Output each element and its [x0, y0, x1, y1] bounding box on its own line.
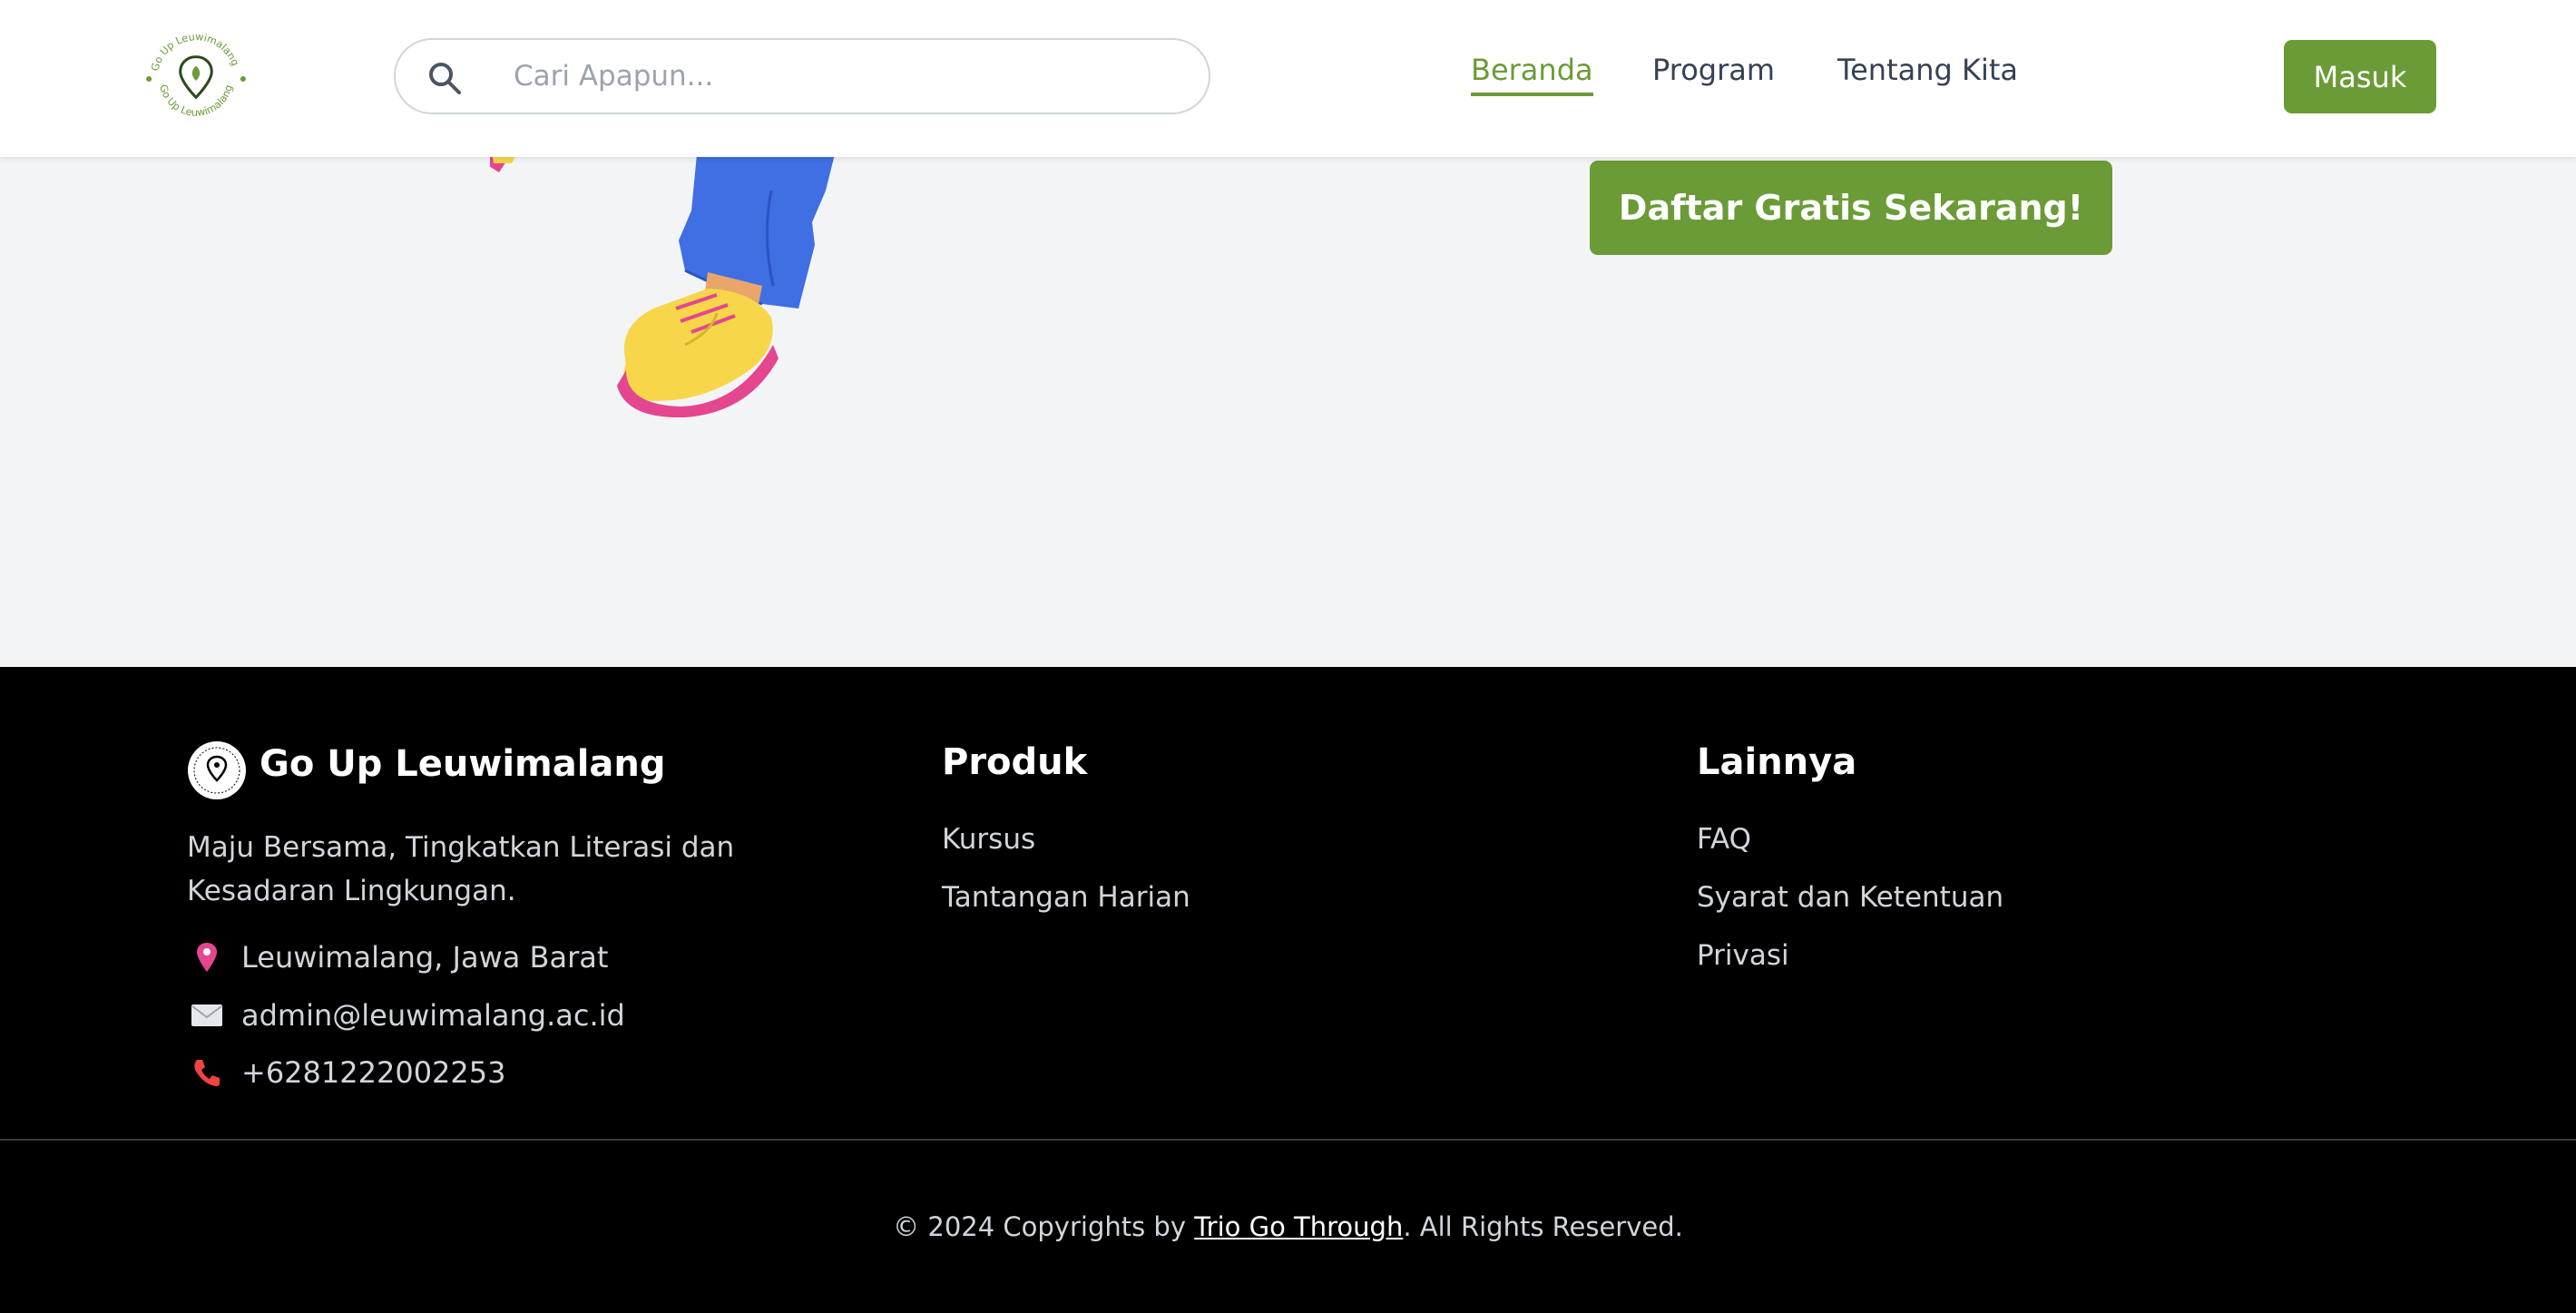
footer-link-faq[interactable]: FAQ	[1697, 823, 1751, 856]
footer-tagline: Maju Bersama, Tingkatkan Literasi dan Ke…	[187, 831, 735, 907]
contact-email: admin@leuwimalang.ac.id	[187, 995, 625, 1035]
footer-link-kursus[interactable]: Kursus	[942, 823, 1035, 856]
register-cta-button[interactable]: Daftar Gratis Sekarang!	[1590, 161, 2112, 255]
logo[interactable]: Go Up Leuwimalang Go Up Leuwimalang	[141, 24, 251, 134]
footer-brand-name: Go Up Leuwimalang	[260, 743, 666, 785]
envelope-icon	[187, 995, 227, 1035]
map-pin-icon	[187, 937, 227, 977]
footer-divider	[0, 1139, 2576, 1141]
svg-text:Go Up Leuwimalang: Go Up Leuwimalang	[157, 83, 235, 119]
contact-location: Leuwimalang, Jawa Barat	[187, 937, 608, 977]
copyright-author-link[interactable]: Trio Go Through	[1194, 1211, 1403, 1242]
login-button[interactable]: Masuk	[2284, 40, 2436, 113]
copyright-text: © 2024 Copyrights by Trio Go Through. Al…	[893, 1211, 1683, 1242]
site-header: Go Up Leuwimalang Go Up Leuwimalang Bera…	[0, 0, 2576, 157]
contact-phone: +6281222002253	[187, 1053, 505, 1093]
footer-link-privasi[interactable]: Privasi	[1697, 939, 1789, 972]
nav-program[interactable]: Program	[1652, 53, 1775, 87]
footer-link-tantangan-harian[interactable]: Tantangan Harian	[942, 881, 1190, 914]
footer-heading-lainnya: Lainnya	[1697, 741, 1857, 783]
footer-logo	[188, 741, 246, 799]
footer-heading-produk: Produk	[942, 741, 1088, 783]
site-footer: Go Up Leuwimalang Maju Bersama, Tingkatk…	[0, 667, 2576, 1313]
svg-text:Go Up Leuwimalang: Go Up Leuwimalang	[149, 31, 241, 73]
nav-tentang-kita[interactable]: Tentang Kita	[1837, 53, 2018, 87]
hero-illustration	[490, 145, 835, 417]
search-bar	[394, 38, 1210, 114]
search-icon[interactable]	[426, 60, 463, 96]
search-input[interactable]	[514, 51, 1185, 102]
nav-beranda[interactable]: Beranda	[1471, 53, 1593, 96]
footer-link-syarat[interactable]: Syarat dan Ketentuan	[1697, 881, 2003, 914]
phone-icon	[187, 1053, 227, 1093]
